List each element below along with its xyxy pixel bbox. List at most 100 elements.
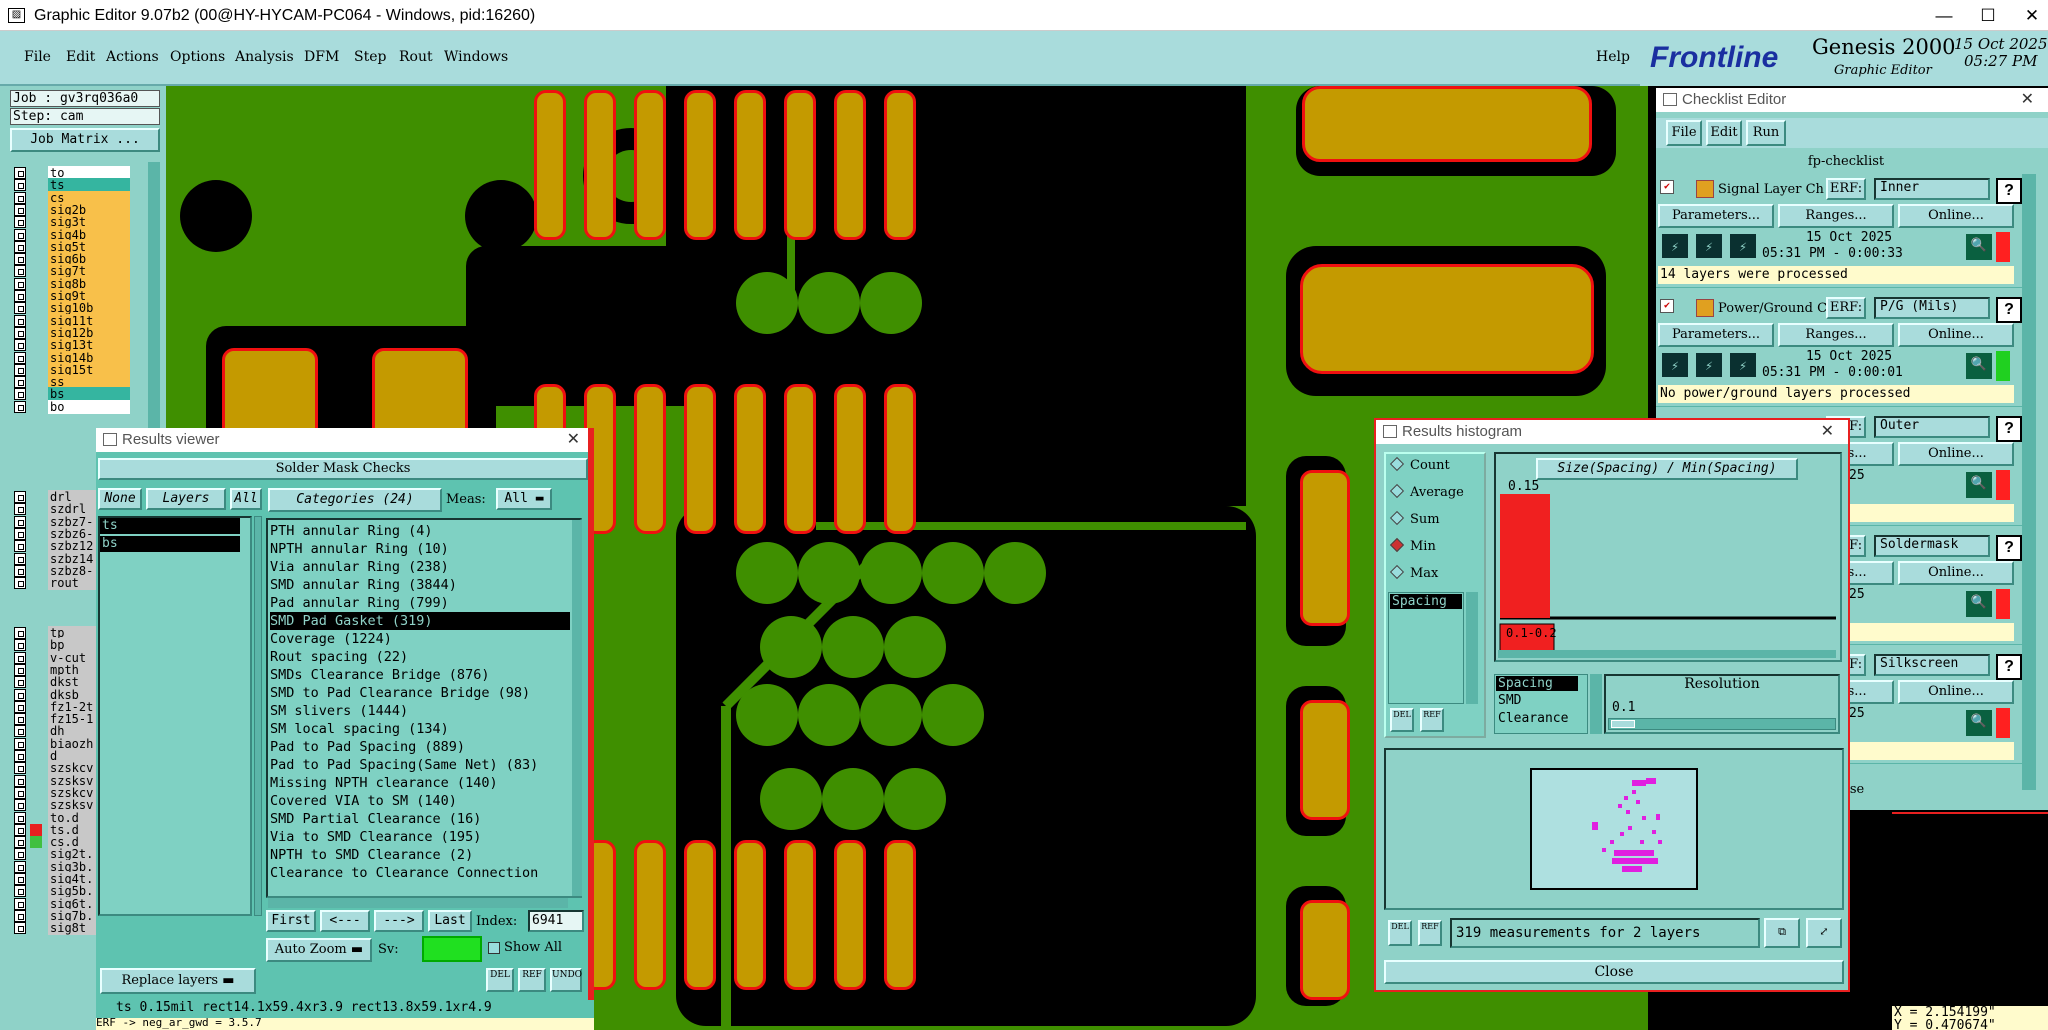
layer-color-swatch[interactable] xyxy=(30,290,42,302)
layer-checkbox[interactable] xyxy=(14,848,26,861)
menu-analysis[interactable]: Analysis xyxy=(235,49,294,65)
layer-color-swatch[interactable] xyxy=(30,577,42,590)
menu-edit[interactable]: Edit xyxy=(66,49,95,65)
layer-checkbox[interactable] xyxy=(14,577,26,590)
layer-color-swatch[interactable] xyxy=(30,564,42,577)
layer-color-swatch[interactable] xyxy=(30,909,42,922)
layer-color-swatch[interactable] xyxy=(30,811,42,824)
run-step-icon[interactable]: ⚡ xyxy=(1694,351,1724,379)
layer-checkbox[interactable] xyxy=(14,515,26,528)
layer-color-swatch[interactable] xyxy=(30,688,42,701)
layer-checkbox[interactable] xyxy=(14,326,26,339)
checklist-titlebar[interactable]: Checklist Editor ✕ xyxy=(1656,88,2048,112)
run-all-icon[interactable]: ⚡ xyxy=(1728,232,1758,260)
layer-checkbox[interactable] xyxy=(14,885,26,898)
layer-checkbox[interactable] xyxy=(14,314,26,327)
all-button[interactable]: All xyxy=(230,488,262,510)
help-icon[interactable]: ? xyxy=(1996,297,2022,323)
layer-result-item[interactable]: ts xyxy=(100,518,240,534)
layer-color-swatch[interactable] xyxy=(30,651,42,664)
category-item[interactable]: Pad to Pad Spacing(Same Net) (83) xyxy=(270,756,570,774)
layer-color-swatch[interactable] xyxy=(30,737,42,750)
category-item[interactable]: SM slivers (1444) xyxy=(270,702,570,720)
layer-results-list[interactable] xyxy=(98,516,252,916)
parameters-button[interactable]: Parameters... xyxy=(1658,204,1774,228)
layer-checkbox[interactable] xyxy=(14,540,26,553)
layer-checkbox[interactable] xyxy=(14,909,26,922)
close-icon[interactable]: ✕ xyxy=(2021,88,2034,112)
checklist-scrollbar[interactable] xyxy=(2022,174,2036,790)
layer-color-swatch[interactable] xyxy=(30,253,42,266)
check-erf-value[interactable]: Soldermask xyxy=(1874,535,1990,557)
checklist-menu-file[interactable]: File xyxy=(1666,120,1702,146)
histogram-close-button[interactable]: Close xyxy=(1384,960,1844,984)
layer-color-swatch[interactable] xyxy=(30,503,42,516)
layer-checkbox[interactable] xyxy=(14,552,26,565)
layer-color-swatch[interactable] xyxy=(30,786,42,799)
job-matrix-button[interactable]: Job Matrix ... xyxy=(10,128,160,152)
sv-color-dropdown[interactable] xyxy=(422,936,482,962)
check-erf-value[interactable]: Inner xyxy=(1874,178,1990,200)
zoom-icon[interactable]: 🔍 xyxy=(1966,234,1992,260)
layer-checkbox[interactable] xyxy=(14,503,26,516)
histogram-ref-button[interactable]: REF xyxy=(1420,708,1444,732)
layer-checkbox[interactable] xyxy=(14,713,26,726)
ranges-button[interactable]: Ranges... xyxy=(1778,204,1894,228)
check-enable-checkbox[interactable]: ✔ xyxy=(1660,180,1674,194)
layer-checkbox[interactable] xyxy=(14,203,26,216)
layer-checkbox[interactable] xyxy=(14,725,26,738)
layer-checkbox[interactable] xyxy=(14,265,26,278)
layer-color-swatch[interactable] xyxy=(30,762,42,775)
zoom-select-icon[interactable]: ⤢ xyxy=(1806,918,1842,948)
layer-color-swatch[interactable] xyxy=(30,240,42,253)
layer-color-swatch[interactable] xyxy=(30,540,42,553)
category-item[interactable]: PTH annular Ring (4) xyxy=(270,522,570,540)
layer-checkbox[interactable] xyxy=(14,860,26,873)
menu-file[interactable]: File xyxy=(24,49,51,65)
menu-rout[interactable]: Rout xyxy=(399,49,433,65)
zoom-icon[interactable]: 🔍 xyxy=(1966,591,1992,617)
layer-color-swatch[interactable] xyxy=(30,179,42,192)
layer-color-swatch[interactable] xyxy=(30,351,42,364)
layer-color-swatch[interactable] xyxy=(30,277,42,290)
layer-checkbox[interactable] xyxy=(14,762,26,775)
layer-color-swatch[interactable] xyxy=(30,725,42,738)
online-button[interactable]: Online... xyxy=(1898,442,2014,466)
layer-checkbox[interactable] xyxy=(14,527,26,540)
histogram-chart-area[interactable]: 0.15 0.1-0.2 xyxy=(1494,452,1842,662)
layer-color-swatch[interactable] xyxy=(30,515,42,528)
categories-hscrollbar[interactable] xyxy=(268,898,568,908)
category-item[interactable]: SM local spacing (134) xyxy=(270,720,570,738)
layer-name[interactable]: bo xyxy=(48,399,130,414)
run-step-icon[interactable]: ⚡ xyxy=(1694,232,1724,260)
mode-max-radio[interactable]: Max xyxy=(1392,566,1438,581)
layer-checkbox[interactable] xyxy=(14,836,26,849)
layer-checkbox[interactable] xyxy=(14,400,26,413)
menu-help[interactable]: Help xyxy=(1596,49,1630,65)
index-input[interactable]: 6941 xyxy=(528,910,584,932)
check-erf-value[interactable]: Silkscreen xyxy=(1874,654,1990,676)
layer-checkbox[interactable] xyxy=(14,639,26,652)
layer-color-swatch[interactable] xyxy=(30,700,42,713)
show-all-checkbox[interactable] xyxy=(488,942,500,954)
replace-layers-dropdown[interactable]: Replace layers ▬ xyxy=(100,968,256,994)
layer-color-swatch[interactable] xyxy=(30,836,42,849)
category-item[interactable]: Rout spacing (22) xyxy=(270,648,570,666)
ref-button[interactable]: REF xyxy=(518,968,546,992)
layer-checkbox[interactable] xyxy=(14,351,26,364)
preview-del-button[interactable]: DEL xyxy=(1388,920,1412,946)
layer-color-swatch[interactable] xyxy=(30,400,42,413)
layer-checkbox[interactable] xyxy=(14,663,26,676)
check-enable-checkbox[interactable]: ✔ xyxy=(1660,299,1674,313)
category-item[interactable]: Covered VIA to SM (140) xyxy=(270,792,570,810)
layer-color-swatch[interactable] xyxy=(30,713,42,726)
resolution-slider-handle[interactable] xyxy=(1611,720,1635,728)
layer-color-swatch[interactable] xyxy=(30,823,42,836)
first-button[interactable]: First xyxy=(266,910,316,932)
category-item[interactable]: Clearance to Clearance Connection xyxy=(270,864,570,882)
undo-button[interactable]: UNDO xyxy=(550,968,582,992)
layer-color-swatch[interactable] xyxy=(30,363,42,376)
category-item[interactable]: SMD annular Ring (3844) xyxy=(270,576,570,594)
board-preview[interactable] xyxy=(1530,768,1698,890)
category-item[interactable]: Missing NPTH clearance (140) xyxy=(270,774,570,792)
